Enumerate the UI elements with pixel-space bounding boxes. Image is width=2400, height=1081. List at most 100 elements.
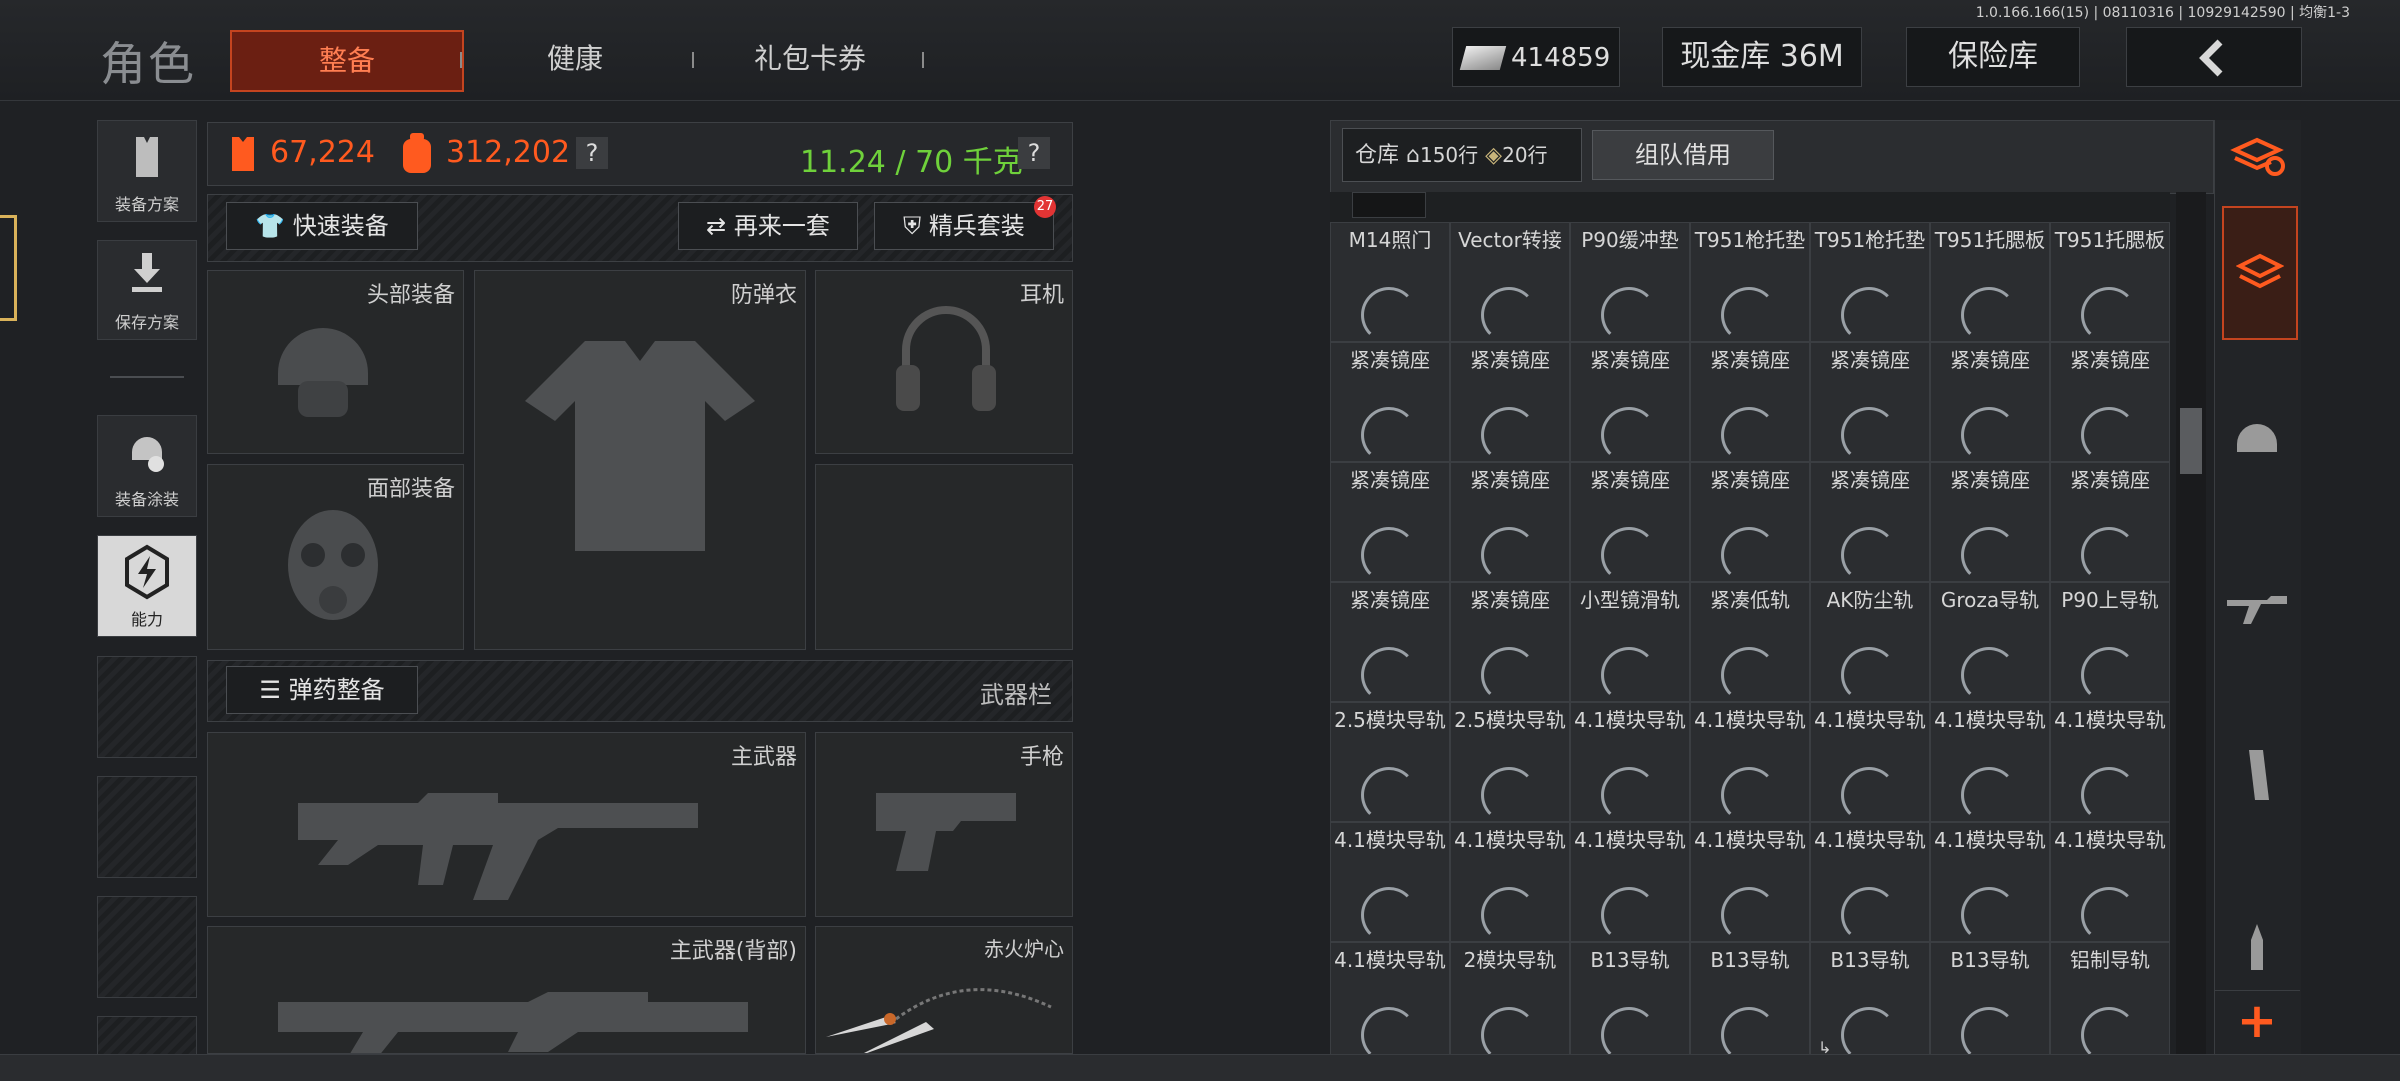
quick-equip-button[interactable]: 👕 快速装备: [226, 202, 418, 250]
category-magazine-button[interactable]: [2221, 740, 2293, 812]
warehouse-item[interactable]: 紧凑镜座: [1570, 342, 1690, 463]
warehouse-item[interactable]: 小型镜滑轨: [1570, 582, 1690, 703]
warehouse-item[interactable]: 2.5模块导轨: [1330, 702, 1450, 823]
tab-separator: [460, 52, 462, 68]
tab-gifts[interactable]: 礼包卡券: [720, 30, 900, 88]
category-helmet-button[interactable]: [2221, 400, 2293, 472]
warehouse-item-label: 紧凑镜座: [1470, 468, 1550, 492]
warehouse-item[interactable]: 铝制导轨: [2050, 942, 2170, 1054]
warehouse-scrollbar-track[interactable]: [2176, 192, 2206, 1054]
melee-slot[interactable]: 赤火炉心: [815, 926, 1073, 1054]
warehouse-item[interactable]: 紧凑镜座: [1450, 462, 1570, 583]
head-slot[interactable]: 头部装备: [207, 270, 464, 454]
elite-kit-button[interactable]: ⛨ 精兵套装: [874, 202, 1054, 250]
loading-spinner-icon: [1601, 887, 1657, 943]
warehouse-item[interactable]: 4.1模块导轨: [1690, 822, 1810, 943]
warehouse-item[interactable]: 紧凑镜座: [1330, 582, 1450, 703]
warehouse-item[interactable]: 2模块导轨: [1450, 942, 1570, 1054]
category-all-button[interactable]: [2222, 206, 2298, 340]
warehouse-item[interactable]: 4.1模块导轨: [1450, 822, 1570, 943]
cash-vault-button[interactable]: 现金库 36M: [1662, 27, 1862, 87]
warehouse-item[interactable]: 4.1模块导轨: [1570, 822, 1690, 943]
warehouse-item[interactable]: 4.1模块导轨: [1810, 702, 1930, 823]
warehouse-item[interactable]: 紧凑镜座: [1810, 462, 1930, 583]
warehouse-item[interactable]: B13导轨: [1690, 942, 1810, 1054]
tab-health[interactable]: 健康: [490, 30, 660, 88]
weight-help-button[interactable]: ?: [1018, 137, 1050, 169]
warehouse-item[interactable]: 紧凑镜座: [1930, 462, 2050, 583]
warehouse-item[interactable]: 紧凑镜座: [1450, 582, 1570, 703]
warehouse-item-label: 4.1模块导轨: [1694, 708, 1806, 732]
loading-spinner-icon: [1841, 407, 1897, 463]
warehouse-tab[interactable]: 仓库 ⌂150行 ◈20行: [1342, 128, 1582, 182]
warehouse-item-label: B13导轨: [1950, 948, 2030, 972]
warehouse-item[interactable]: 紧凑镜座: [1810, 342, 1930, 463]
tab-equip[interactable]: 整备: [230, 30, 464, 92]
category-weapon-button[interactable]: [2221, 570, 2293, 642]
warehouse-item[interactable]: T951托腮板: [1930, 222, 2050, 343]
warehouse-item[interactable]: T951枪托垫: [1690, 222, 1810, 343]
download-icon: [132, 253, 162, 292]
warehouse-item[interactable]: P90上导轨: [2050, 582, 2170, 703]
warehouse-item[interactable]: 紧凑低轨: [1690, 582, 1810, 703]
warehouse-item[interactable]: 紧凑镜座: [2050, 462, 2170, 583]
warehouse-item[interactable]: 紧凑镜座: [1570, 462, 1690, 583]
warehouse-item[interactable]: 紧凑镜座: [1690, 342, 1810, 463]
primary-back-weapon-slot[interactable]: 主武器(背部): [207, 926, 806, 1054]
partial-item-above: [1352, 192, 1426, 218]
warehouse-item[interactable]: 4.1模块导轨: [1570, 702, 1690, 823]
warehouse-item[interactable]: 4.1模块导轨: [1930, 822, 2050, 943]
face-slot[interactable]: 面部装备: [207, 464, 464, 650]
warehouse-item[interactable]: 紧凑镜座: [1330, 342, 1450, 463]
warehouse-item[interactable]: 4.1模块导轨: [1330, 822, 1450, 943]
shield-icon: ⛨: [903, 212, 922, 240]
pistol-slot[interactable]: 手枪: [815, 732, 1073, 917]
warehouse-item[interactable]: P90缓冲垫: [1570, 222, 1690, 343]
warehouse-item[interactable]: 紧凑镜座: [1690, 462, 1810, 583]
loading-spinner-icon: [1601, 1007, 1657, 1054]
armor-vest-icon: [525, 341, 755, 551]
back-button[interactable]: [2126, 27, 2302, 87]
warehouse-item[interactable]: B13导轨: [1570, 942, 1690, 1054]
re-equip-button[interactable]: ⇄ 再来一套: [678, 202, 858, 250]
add-button[interactable]: +: [2214, 990, 2300, 1055]
primary-weapon-slot[interactable]: 主武器: [207, 732, 806, 917]
earpiece-slot[interactable]: 耳机: [815, 270, 1073, 454]
sidebar-item-paint[interactable]: 装备涂装: [97, 415, 197, 517]
warehouse-item[interactable]: 紧凑镜座: [2050, 342, 2170, 463]
sidebar-item-save[interactable]: 保存方案: [97, 240, 197, 340]
warehouse-item[interactable]: 4.1模块导轨: [2050, 822, 2170, 943]
warehouse-item-label: 紧凑镜座: [1950, 348, 2030, 372]
warehouse-item[interactable]: AK防尘轨: [1810, 582, 1930, 703]
warehouse-item[interactable]: M14照门: [1330, 222, 1450, 343]
team-borrow-button[interactable]: 组队借用: [1592, 130, 1774, 180]
warehouse-item[interactable]: Groza导轨: [1930, 582, 2050, 703]
insurance-vault-button[interactable]: 保险库: [1906, 27, 2080, 87]
warehouse-item[interactable]: 2.5模块导轨: [1450, 702, 1570, 823]
loading-spinner-icon: [1601, 647, 1657, 703]
warehouse-scrollbar-thumb[interactable]: [2180, 408, 2202, 474]
warehouse-item[interactable]: 4.1模块导轨: [2050, 702, 2170, 823]
warehouse-item-label: 4.1模块导轨: [1934, 708, 2046, 732]
warehouse-item[interactable]: B13导轨: [1930, 942, 2050, 1054]
loading-spinner-icon: [1361, 407, 1417, 463]
warehouse-item[interactable]: T951托腮板: [2050, 222, 2170, 343]
warehouse-item[interactable]: 4.1模块导轨: [1330, 942, 1450, 1054]
loading-spinner-icon: [1361, 1007, 1417, 1054]
warehouse-item[interactable]: 4.1模块导轨: [1930, 702, 2050, 823]
ammo-prep-button[interactable]: ☰ 弹药整备: [226, 666, 418, 714]
warehouse-item[interactable]: 4.1模块导轨: [1690, 702, 1810, 823]
warehouse-item[interactable]: 紧凑镜座: [1330, 462, 1450, 583]
warehouse-item[interactable]: Vector转接: [1450, 222, 1570, 343]
warehouse-item[interactable]: 紧凑镜座: [1930, 342, 2050, 463]
sort-refresh-button[interactable]: [2221, 120, 2293, 192]
armor-slot[interactable]: 防弹衣: [474, 270, 806, 650]
warehouse-item[interactable]: 4.1模块导轨: [1810, 822, 1930, 943]
warehouse-item[interactable]: 紧凑镜座: [1450, 342, 1570, 463]
sidebar-item-loadout[interactable]: 装备方案: [97, 120, 197, 222]
warehouse-item[interactable]: T951枪托垫: [1810, 222, 1930, 343]
value-help-button[interactable]: ?: [576, 137, 608, 169]
category-ammo-button[interactable]: [2221, 910, 2293, 982]
sidebar-item-ability[interactable]: 能力: [97, 535, 197, 637]
page-title: 角色: [100, 37, 196, 91]
